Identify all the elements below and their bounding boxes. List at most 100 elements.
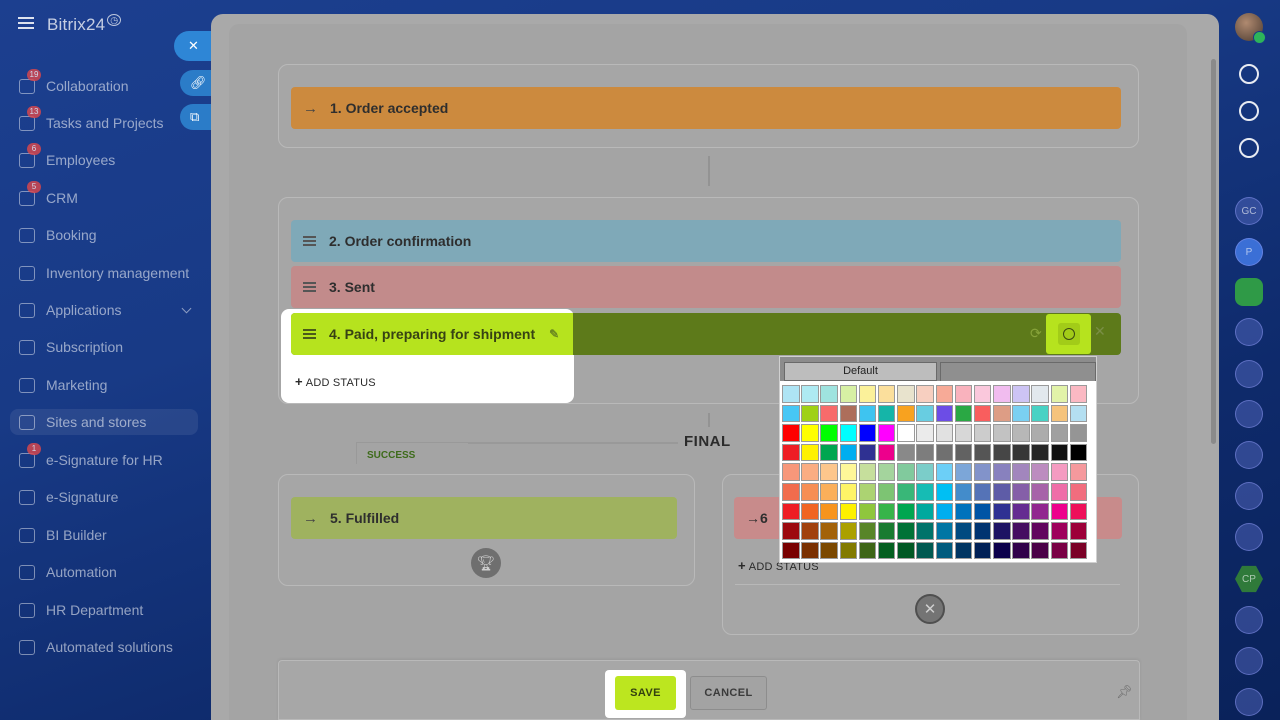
color-swatch[interactable]: [782, 463, 800, 481]
sidebar-item-10[interactable]: e-Signature for HR 1: [18, 443, 200, 473]
pencil-icon[interactable]: ✎: [549, 327, 559, 341]
color-swatch[interactable]: [820, 443, 838, 462]
rail-chat-icon[interactable]: [1235, 647, 1263, 675]
color-swatch[interactable]: [1031, 385, 1049, 403]
color-swatch[interactable]: [1069, 502, 1088, 521]
color-swatch[interactable]: [897, 443, 915, 462]
stage-order-accepted[interactable]: → 1. Order accepted: [291, 87, 1121, 129]
rail-chat-icon[interactable]: [1235, 318, 1263, 346]
color-swatch[interactable]: [973, 404, 992, 423]
rail-avatar-cp[interactable]: CP: [1235, 565, 1263, 593]
color-swatch[interactable]: [897, 522, 915, 540]
color-swatch[interactable]: [1050, 502, 1069, 521]
color-swatch[interactable]: [839, 482, 858, 501]
color-swatch[interactable]: [877, 404, 896, 423]
color-swatch[interactable]: [1069, 404, 1088, 423]
color-swatch[interactable]: [858, 482, 877, 501]
copy-link-button[interactable]: 🔗︎: [180, 70, 214, 96]
color-swatch[interactable]: [897, 404, 915, 423]
color-swatch[interactable]: [993, 522, 1011, 540]
color-swatch[interactable]: [858, 522, 877, 540]
color-swatch[interactable]: [935, 482, 953, 501]
color-swatch[interactable]: [993, 404, 1011, 423]
color-swatch[interactable]: [993, 443, 1011, 462]
color-swatch[interactable]: [897, 502, 915, 521]
color-swatch[interactable]: [839, 541, 858, 560]
color-swatch[interactable]: [954, 482, 973, 501]
sidebar-item-8[interactable]: Marketing: [18, 372, 200, 398]
color-swatch[interactable]: [858, 463, 877, 481]
color-swatch[interactable]: [877, 502, 896, 521]
sidebar-item-7[interactable]: Subscription: [18, 334, 200, 360]
color-swatch[interactable]: [1012, 385, 1030, 403]
color-swatch[interactable]: [1069, 443, 1088, 462]
color-swatch[interactable]: [1069, 541, 1088, 560]
copilot-icon[interactable]: [1235, 97, 1263, 125]
color-swatch[interactable]: [839, 424, 858, 442]
color-swatch[interactable]: [782, 522, 800, 540]
rail-contact-card-icon[interactable]: [1235, 278, 1263, 306]
color-swatch[interactable]: [1050, 463, 1069, 481]
color-swatch[interactable]: [801, 443, 819, 462]
color-swatch[interactable]: [1050, 522, 1069, 540]
color-swatch[interactable]: [954, 385, 973, 403]
open-new-window-button[interactable]: ⧉: [180, 104, 214, 130]
color-swatch[interactable]: [916, 522, 934, 540]
color-swatch[interactable]: [801, 404, 819, 423]
color-swatch[interactable]: [782, 404, 800, 423]
color-swatch[interactable]: [801, 424, 819, 442]
color-swatch[interactable]: [954, 463, 973, 481]
color-swatch[interactable]: [954, 404, 973, 423]
color-swatch[interactable]: [973, 502, 992, 521]
sidebar-item-0[interactable]: Collaboration 19: [18, 69, 200, 99]
color-swatch[interactable]: [973, 424, 992, 442]
color-swatch[interactable]: [935, 502, 953, 521]
color-swatch[interactable]: [897, 424, 915, 442]
color-swatch[interactable]: [1031, 443, 1049, 462]
color-swatch[interactable]: [1012, 463, 1030, 481]
tab-default[interactable]: Default: [784, 362, 937, 381]
sidebar-item-12[interactable]: BI Builder: [18, 522, 200, 548]
color-swatch[interactable]: [782, 502, 800, 521]
panel-scrollbar[interactable]: [1211, 59, 1216, 444]
save-button[interactable]: SAVE: [615, 676, 676, 710]
color-swatch[interactable]: [954, 502, 973, 521]
color-swatch[interactable]: [877, 541, 896, 560]
color-swatch[interactable]: [820, 482, 838, 501]
color-swatch[interactable]: [1012, 522, 1030, 540]
color-swatch[interactable]: [1031, 463, 1049, 481]
sidebar-item-11[interactable]: e-Signature: [18, 484, 200, 510]
rail-avatar-p[interactable]: P: [1235, 238, 1263, 266]
sidebar-item-2[interactable]: Employees 6: [18, 143, 200, 173]
color-swatch[interactable]: [1050, 385, 1069, 403]
color-swatch[interactable]: [993, 541, 1011, 560]
color-swatch[interactable]: [1069, 385, 1088, 403]
color-swatch[interactable]: [993, 502, 1011, 521]
drag-handle-icon[interactable]: [303, 282, 316, 292]
color-swatch[interactable]: [916, 463, 934, 481]
color-swatch[interactable]: [858, 385, 877, 403]
stage-fulfilled[interactable]: → 5. Fulfilled: [291, 497, 677, 539]
color-swatch[interactable]: [1031, 482, 1049, 501]
color-swatch[interactable]: [839, 502, 858, 521]
color-swatch[interactable]: [782, 443, 800, 462]
color-swatch[interactable]: [973, 385, 992, 403]
rail-chat-icon[interactable]: [1235, 606, 1263, 634]
color-swatch[interactable]: [877, 443, 896, 462]
color-swatch[interactable]: [973, 482, 992, 501]
color-swatch[interactable]: [801, 385, 819, 403]
sidebar-item-15[interactable]: Automated solutions: [18, 634, 200, 660]
color-swatch[interactable]: [877, 482, 896, 501]
color-swatch[interactable]: [916, 404, 934, 423]
rail-chat-icon[interactable]: [1235, 360, 1263, 388]
color-swatch[interactable]: [801, 463, 819, 481]
color-swatch[interactable]: [1050, 424, 1069, 442]
drag-handle-icon[interactable]: [303, 236, 316, 246]
color-swatch[interactable]: [1012, 443, 1030, 462]
color-swatch[interactable]: [1012, 482, 1030, 501]
color-swatch[interactable]: [1050, 541, 1069, 560]
color-swatch[interactable]: [1050, 482, 1069, 501]
color-swatch[interactable]: [1012, 424, 1030, 442]
color-swatch[interactable]: [820, 463, 838, 481]
color-swatch[interactable]: [877, 522, 896, 540]
